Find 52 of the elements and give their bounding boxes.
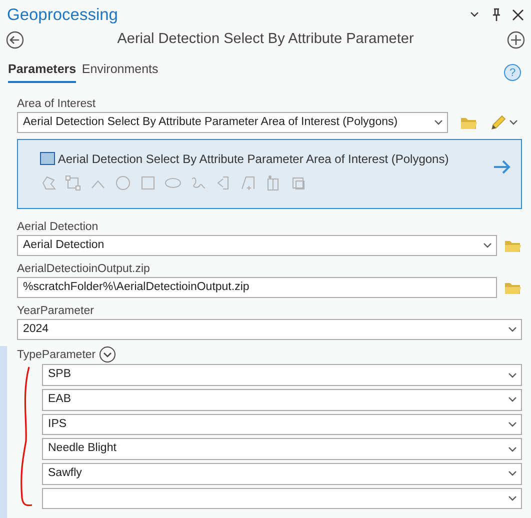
dropdown-field[interactable]: Aerial Detection Select By Attribute Parameter Area of Interest (Polygons) (17, 112, 448, 133)
dropdown-field[interactable]: SPB (42, 364, 522, 386)
close-icon[interactable] (512, 8, 524, 20)
caret-icon (509, 119, 518, 126)
folder-icon[interactable] (504, 280, 522, 296)
parameter-label: Aerial Detection (17, 220, 100, 234)
parameter-label: Area of Interest (17, 97, 97, 111)
sketch-tool-button[interactable] (490, 114, 518, 130)
dropdown-field[interactable]: IPS (42, 414, 522, 436)
square-icon[interactable] (140, 174, 156, 191)
dropdown-field[interactable]: Aerial Detection (17, 235, 497, 256)
caret-icon (508, 446, 517, 453)
tab[interactable]: Parameters (8, 60, 76, 83)
pin-icon[interactable] (492, 8, 500, 21)
parameter-label: YearParameter (17, 304, 95, 318)
caret-icon (508, 326, 517, 334)
reshape-icon[interactable] (290, 174, 306, 191)
dropdown-icon[interactable] (470, 10, 480, 18)
folder-icon[interactable] (504, 238, 522, 254)
split-icon[interactable] (265, 174, 281, 191)
pencil-icon (490, 114, 506, 130)
expand-icon[interactable] (98, 346, 116, 364)
sketch-layer-name[interactable]: Aerial Detection Select By Attribute Parameter Area of Interest (Polygons) (58, 150, 449, 168)
dropdown-field[interactable]: Sawfly (42, 462, 522, 485)
circle-icon[interactable] (115, 174, 131, 191)
caret-icon (508, 494, 517, 502)
rectangle-icon[interactable] (65, 174, 81, 191)
arrow-icon[interactable] (493, 158, 511, 175)
caret-icon (508, 396, 517, 404)
caret-icon (434, 119, 444, 126)
caret-icon (508, 420, 517, 428)
dropdown-field[interactable] (42, 488, 522, 510)
parameter-label: TypeParameter (17, 348, 96, 362)
panel-title: Geoprocessing (7, 4, 119, 24)
autocomplete-icon[interactable] (240, 174, 256, 191)
dropdown-field[interactable]: EAB (42, 388, 522, 411)
polygon-symbol-icon (40, 152, 55, 166)
folder-icon[interactable] (460, 115, 478, 130)
back-icon[interactable] (6, 30, 24, 48)
dropdown-field[interactable]: 2024 (17, 319, 522, 340)
text-field[interactable]: %scratchFolder%\AerialDetectioinOutput.zip (17, 277, 497, 298)
caret-icon (508, 470, 517, 478)
trace-icon[interactable] (215, 174, 231, 191)
tool-title: Aerial Detection Select By Attribute Parameter (116, 30, 415, 49)
add-icon[interactable] (507, 30, 526, 48)
caret-icon (483, 242, 492, 250)
dropdown-field[interactable]: Needle Blight (42, 438, 522, 460)
parameter-label: AerialDetectioinOutput.zip (17, 262, 151, 276)
freehand-icon[interactable] (190, 174, 206, 191)
tab[interactable]: Environments (82, 60, 158, 83)
polygon-icon[interactable] (40, 174, 56, 191)
caret-icon (508, 372, 517, 379)
